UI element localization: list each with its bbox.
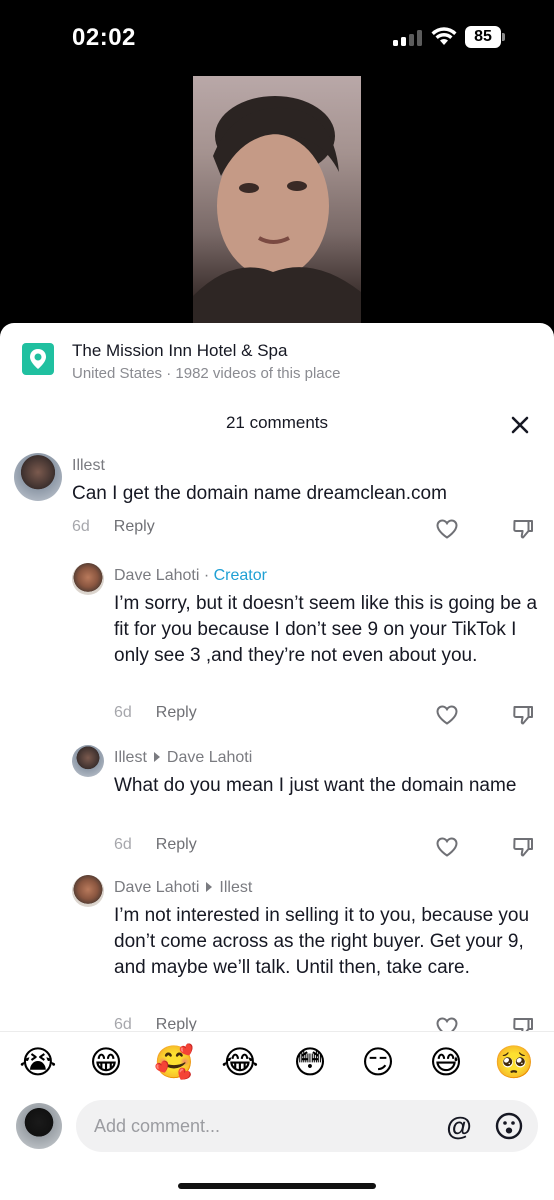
username-text[interactable]: Dave Lahoti <box>114 567 199 584</box>
reply-to-username[interactable]: Dave Lahoti <box>167 749 252 766</box>
comment-item: Illest Can I get the domain name dreamcl… <box>0 453 554 553</box>
comment-username[interactable]: Dave Lahoti · Creator <box>114 567 267 585</box>
emoji-crying[interactable]: 😭 <box>18 1042 58 1082</box>
reply-button[interactable]: Reply <box>114 518 155 535</box>
place-meta: United States · 1982 videos of this plac… <box>72 365 341 382</box>
place-name[interactable]: The Mission Inn Hotel & Spa <box>72 341 287 361</box>
creator-badge: Creator <box>213 567 267 584</box>
status-time: 02:02 <box>72 24 136 51</box>
avatar[interactable] <box>72 875 104 907</box>
reply-arrow-icon <box>206 882 213 893</box>
emoji-pleading[interactable]: 🥺 <box>494 1042 534 1082</box>
comment-age: 6d <box>114 704 132 721</box>
heart-icon[interactable] <box>435 703 459 727</box>
dislike-icon[interactable] <box>511 517 535 541</box>
battery-level: 85 <box>465 26 501 48</box>
heart-icon[interactable] <box>435 517 459 541</box>
home-indicator <box>178 1183 376 1189</box>
emoji-flushed[interactable]: 😳 <box>290 1042 330 1082</box>
comment-text: Can I get the domain name dreamclean.com <box>72 483 447 504</box>
reply-button[interactable]: Reply <box>156 704 197 721</box>
comment-username[interactable]: Illest Dave Lahoti <box>114 749 252 767</box>
comment-text: I’m sorry, but it doesn’t seem like this… <box>114 593 538 666</box>
comments-count: 21 comments <box>225 413 329 432</box>
comments-sheet: The Mission Inn Hotel & Spa United State… <box>0 323 554 1200</box>
emoji-picker-icon[interactable] <box>494 1111 524 1141</box>
video-thumbnail[interactable] <box>193 76 361 336</box>
comment-text: What do you mean I just want the domain … <box>114 775 517 796</box>
mention-button[interactable]: @ <box>444 1112 474 1142</box>
reply-button[interactable]: Reply <box>156 836 197 853</box>
dislike-icon[interactable] <box>511 835 535 859</box>
comment-meta: 6d Reply <box>114 704 197 722</box>
comment-username[interactable]: Illest <box>72 457 105 475</box>
wifi-icon <box>431 27 457 45</box>
battery-indicator: 85 <box>465 26 505 48</box>
video-player[interactable] <box>0 76 554 336</box>
status-bar: 02:02 85 <box>0 0 554 76</box>
dislike-icon[interactable] <box>511 703 535 727</box>
comment-age: 6d <box>114 836 132 853</box>
comment-meta: 6d Reply <box>114 836 197 854</box>
username-text[interactable]: Illest <box>114 749 147 766</box>
comment-text: I’m not interested in selling it to you,… <box>114 905 530 978</box>
emoji-grinning[interactable]: 😁 <box>86 1042 126 1082</box>
emoji-hearts[interactable]: 🥰 <box>154 1042 194 1082</box>
place-row[interactable]: The Mission Inn Hotel & Spa United State… <box>0 323 554 395</box>
comment-item: Illest Dave Lahoti What do you mean I jus… <box>0 745 554 857</box>
current-user-avatar[interactable] <box>16 1103 62 1149</box>
comment-input-container[interactable]: @ <box>76 1100 538 1152</box>
reply-arrow-icon <box>153 752 160 763</box>
avatar[interactable] <box>14 453 62 501</box>
avatar[interactable] <box>72 745 104 777</box>
comment-input-row: @ <box>0 1095 554 1165</box>
emoji-smirk[interactable]: 😏 <box>358 1042 398 1082</box>
comment-username[interactable]: Dave Lahoti Illest <box>114 879 252 897</box>
emoji-quick-bar: 😭 😁 🥰 😂 😳 😏 😅 🥺 <box>0 1031 554 1091</box>
reply-to-username[interactable]: Illest <box>219 879 252 896</box>
close-icon[interactable] <box>506 411 534 439</box>
video-frame-person <box>193 96 361 336</box>
comment-age: 6d <box>72 518 90 535</box>
heart-icon[interactable] <box>435 835 459 859</box>
username-text[interactable]: Dave Lahoti <box>114 879 199 896</box>
comments-header: 21 comments <box>0 411 554 439</box>
comment-input[interactable] <box>94 1100 434 1152</box>
emoji-laughing[interactable]: 😂 <box>220 1042 260 1082</box>
comment-item: Dave Lahoti Illest I’m not interested in … <box>0 875 554 1037</box>
avatar[interactable] <box>72 563 104 595</box>
emoji-sweat-smile[interactable]: 😅 <box>426 1042 466 1082</box>
location-pin-icon <box>22 343 54 375</box>
cellular-signal-icon <box>393 30 423 46</box>
comment-meta: 6d Reply <box>72 518 155 536</box>
comment-item: Dave Lahoti · Creator I’m sorry, but it … <box>0 563 554 733</box>
badge-separator: · <box>199 567 214 584</box>
